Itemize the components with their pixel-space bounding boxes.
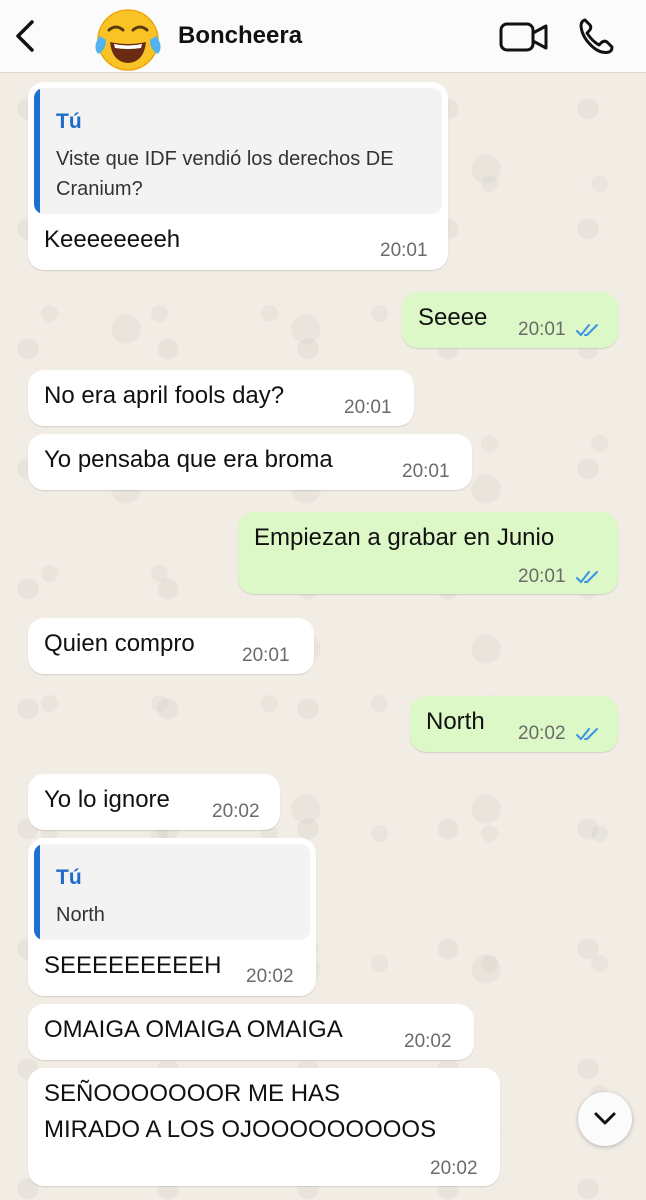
message-bubble-incoming[interactable]: Yo pensaba que era broma 20:01 — [28, 434, 472, 490]
message-time: 20:02 — [246, 966, 294, 987]
message-bubble-outgoing[interactable]: North 20:02 — [410, 696, 618, 752]
contact-name[interactable]: Boncheera — [178, 22, 302, 50]
chat-header: Boncheera — [0, 0, 646, 73]
quote-author: Tú — [56, 110, 82, 133]
message-text: Empiezan a grabar en Junio — [254, 524, 555, 551]
double-check-icon — [576, 728, 598, 740]
message-bubble-outgoing[interactable]: Empiezan a grabar en Junio 20:01 — [238, 512, 618, 594]
message-time: 20:01 — [518, 319, 566, 340]
quote-author: Tú — [56, 866, 82, 889]
message-time: 20:01 — [518, 566, 566, 587]
quoted-message[interactable]: Tú North — [34, 844, 310, 940]
chevron-left-icon[interactable] — [10, 16, 42, 56]
double-check-icon — [576, 571, 598, 583]
message-text: No era april fools day? — [44, 382, 285, 409]
message-bubble-incoming[interactable]: Tú North SEEEEEEEEEH 20:02 — [28, 838, 316, 996]
quoted-message[interactable]: Tú Viste que IDF vendió los derechos DE … — [34, 88, 442, 214]
chevron-down-icon — [594, 1112, 616, 1125]
message-time: 20:01 — [242, 645, 290, 666]
message-bubble-incoming[interactable]: Tú Viste que IDF vendió los derechos DE … — [28, 82, 448, 270]
message-bubble-incoming[interactable]: Yo lo ignore 20:02 — [28, 774, 280, 830]
message-text: Yo lo ignore — [44, 786, 170, 813]
message-bubble-outgoing[interactable]: Seeee 20:01 — [402, 292, 618, 348]
quote-accent-bar — [34, 88, 40, 214]
message-text: SEEEEEEEEEH — [44, 952, 222, 979]
message-text: Yo pensaba que era broma — [44, 446, 333, 473]
avatar[interactable] — [92, 2, 164, 74]
quote-text: North — [56, 904, 105, 926]
quote-accent-bar — [34, 844, 40, 940]
message-time: 20:01 — [380, 240, 428, 261]
message-time: 20:02 — [518, 723, 566, 744]
message-bubble-incoming[interactable]: No era april fools day? 20:01 — [28, 370, 414, 426]
message-time: 20:01 — [402, 461, 450, 482]
message-time: 20:02 — [212, 801, 260, 822]
message-text: Quien compro — [44, 630, 195, 657]
message-text: Seeee — [418, 304, 488, 331]
quote-text: Viste que IDF vendió los derechos DE Cra… — [56, 148, 394, 200]
message-text: OMAIGA OMAIGA OMAIGA — [44, 1016, 343, 1043]
phone-icon[interactable] — [576, 16, 616, 56]
video-camera-icon[interactable] — [498, 18, 550, 56]
message-text: SEÑOOOOOOOR ME HAS MIRADO A LOS OJOOOOOO… — [44, 1080, 437, 1143]
message-bubble-incoming[interactable]: SEÑOOOOOOOR ME HAS MIRADO A LOS OJOOOOOO… — [28, 1068, 500, 1186]
scroll-to-bottom-button[interactable] — [578, 1092, 632, 1146]
message-time: 20:01 — [344, 397, 392, 418]
message-text: North — [426, 708, 485, 735]
double-check-icon — [576, 324, 598, 336]
message-time: 20:02 — [404, 1031, 452, 1052]
message-bubble-incoming[interactable]: Quien compro 20:01 — [28, 618, 314, 674]
message-bubble-incoming[interactable]: OMAIGA OMAIGA OMAIGA 20:02 — [28, 1004, 474, 1060]
message-text: Keeeeeeeeh — [44, 226, 181, 253]
message-time: 20:02 — [430, 1158, 478, 1179]
